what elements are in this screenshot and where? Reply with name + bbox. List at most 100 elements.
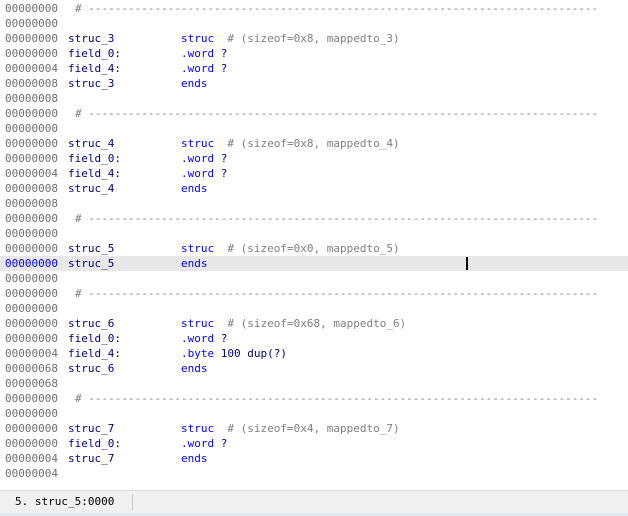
listing-line[interactable]: 00000068 struc_6 ends (0, 361, 628, 376)
line-address: 00000000 (5, 137, 58, 150)
directive-operand: ? (220, 332, 228, 345)
struct-member-name[interactable]: struc_7 (68, 421, 114, 436)
blank-line[interactable]: 00000000 (0, 16, 628, 31)
line-address: 00000000 (5, 272, 58, 285)
struct-member-name[interactable]: struc_3 (68, 76, 114, 91)
separator-comment-line[interactable]: 00000000 # ------------------------------… (0, 106, 628, 121)
directive: .word ? (181, 331, 227, 346)
struct-member-name[interactable]: field_0: (68, 331, 121, 346)
directive-keyword: struc (181, 32, 215, 45)
directive: .word ? (181, 46, 227, 61)
listing-line[interactable]: 00000000 field_0: .word ? (0, 436, 628, 451)
directive: ends (181, 76, 208, 91)
line-address: 00000008 (5, 182, 58, 195)
listing-line[interactable]: 00000000 field_0: .word ? (0, 46, 628, 61)
struct-comment: # (sizeof=0x8, mappedto_3) (227, 32, 400, 45)
blank-line[interactable]: 00000000 (0, 226, 628, 241)
blank-line[interactable]: 00000008 (0, 196, 628, 211)
directive-keyword: ends (181, 182, 208, 195)
directive-keyword: .word (181, 167, 215, 180)
directive-keyword: .word (181, 47, 215, 60)
separator-comment: # --------------------------------------… (75, 287, 599, 300)
listing-line[interactable]: 00000000 struc_5 struc # (sizeof=0x0, mapp… (0, 241, 628, 256)
directive: .word ? (181, 151, 227, 166)
listing-line[interactable]: 00000000 struc_7 struc # (sizeof=0x4, mapp… (0, 421, 628, 436)
separator-comment-line[interactable]: 00000000 # ------------------------------… (0, 1, 628, 16)
struct-member-name[interactable]: field_4: (68, 346, 121, 361)
separator-comment-line[interactable]: 00000000 # ------------------------------… (0, 391, 628, 406)
line-address: 00000000 (5, 392, 58, 405)
directive-keyword: struc (181, 242, 215, 255)
line-address: 00000000 (5, 332, 58, 345)
struct-member-name[interactable]: field_0: (68, 151, 121, 166)
struct-member-name[interactable]: struc_7 (68, 451, 114, 466)
line-address: 00000000 (5, 287, 58, 300)
status-bar: 5. struc_5:0000 (0, 490, 628, 513)
line-address: 00000000 (5, 212, 58, 225)
line-address: 00000004 (5, 62, 58, 75)
struct-member-name[interactable]: struc_3 (68, 31, 114, 46)
struct-member-name[interactable]: field_0: (68, 46, 121, 61)
struct-comment: # (sizeof=0x0, mappedto_5) (227, 242, 400, 255)
listing-line[interactable]: 00000000 field_0: .word ? (0, 331, 628, 346)
blank-line[interactable]: 00000000 (0, 271, 628, 286)
struct-member-name[interactable]: struc_6 (68, 361, 114, 376)
line-address: 00000004 (5, 467, 58, 480)
structures-listing[interactable]: 00000000 # ------------------------------… (0, 0, 628, 486)
directive: ends (181, 181, 208, 196)
directive: struc # (sizeof=0x4, mappedto_7) (181, 421, 400, 436)
directive-operand: ? (220, 437, 228, 450)
directive: ends (181, 256, 208, 271)
struct-comment: # (sizeof=0x68, mappedto_6) (227, 317, 407, 330)
struct-member-name[interactable]: struc_5 (68, 241, 114, 256)
struct-member-name[interactable]: field_4: (68, 61, 121, 76)
blank-line[interactable]: 00000068 (0, 376, 628, 391)
line-address: 00000000 (5, 242, 58, 255)
separator-comment-line[interactable]: 00000000 # ------------------------------… (0, 211, 628, 226)
listing-line[interactable]: 00000004 field_4: .word ? (0, 166, 628, 181)
directive: .word ? (181, 436, 227, 451)
listing-line[interactable]: 00000000 struc_4 struc # (sizeof=0x8, mapp… (0, 136, 628, 151)
listing-line[interactable]: 00000004 field_4: .word ? (0, 61, 628, 76)
listing-line[interactable]: 00000008 struc_4 ends (0, 181, 628, 196)
struct-member-name[interactable]: field_4: (68, 166, 121, 181)
line-address: 00000004 (5, 347, 58, 360)
struct-member-name[interactable]: struc_4 (68, 136, 114, 151)
directive-keyword: struc (181, 137, 215, 150)
blank-line[interactable]: 00000000 (0, 121, 628, 136)
line-address: 00000008 (5, 197, 58, 210)
blank-line[interactable]: 00000008 (0, 91, 628, 106)
directive-keyword: .word (181, 62, 215, 75)
directive-keyword: struc (181, 422, 215, 435)
line-address: 00000008 (5, 92, 58, 105)
listing-line[interactable]: 00000000 struc_5 ends (0, 256, 628, 271)
separator-comment: # --------------------------------------… (75, 392, 599, 405)
listing-line[interactable]: 00000004 field_4: .byte 100 dup(?) (0, 346, 628, 361)
listing-line[interactable]: 00000004 struc_7 ends (0, 451, 628, 466)
blank-line[interactable]: 00000000 (0, 301, 628, 316)
listing-line[interactable]: 00000000 struc_3 struc # (sizeof=0x8, mapp… (0, 31, 628, 46)
line-address: 00000004 (5, 167, 58, 180)
struct-member-name[interactable]: struc_6 (68, 316, 114, 331)
directive: ends (181, 451, 208, 466)
listing-line[interactable]: 00000000 struc_6 struc # (sizeof=0x68, map… (0, 316, 628, 331)
blank-line[interactable]: 00000000 (0, 406, 628, 421)
line-address: 00000000 (5, 302, 58, 315)
struct-member-name[interactable]: field_0: (68, 436, 121, 451)
struct-member-name[interactable]: struc_4 (68, 181, 114, 196)
directive-keyword: .word (181, 332, 215, 345)
separator-comment: # --------------------------------------… (75, 2, 599, 15)
directive-operand: ? (220, 152, 228, 165)
struct-member-name[interactable]: struc_5 (68, 256, 114, 271)
line-address: 00000000 (5, 107, 58, 120)
directive-operand: ? (220, 167, 228, 180)
directive: .word ? (181, 166, 227, 181)
blank-line[interactable]: 00000004 (0, 466, 628, 481)
status-separator (132, 494, 133, 510)
separator-comment-line[interactable]: 00000000 # ------------------------------… (0, 286, 628, 301)
line-address: 00000000 (5, 152, 58, 165)
listing-line[interactable]: 00000008 struc_3 ends (0, 76, 628, 91)
listing-line[interactable]: 00000000 field_0: .word ? (0, 151, 628, 166)
line-address: 00000000 (5, 122, 58, 135)
directive-keyword: .word (181, 152, 215, 165)
